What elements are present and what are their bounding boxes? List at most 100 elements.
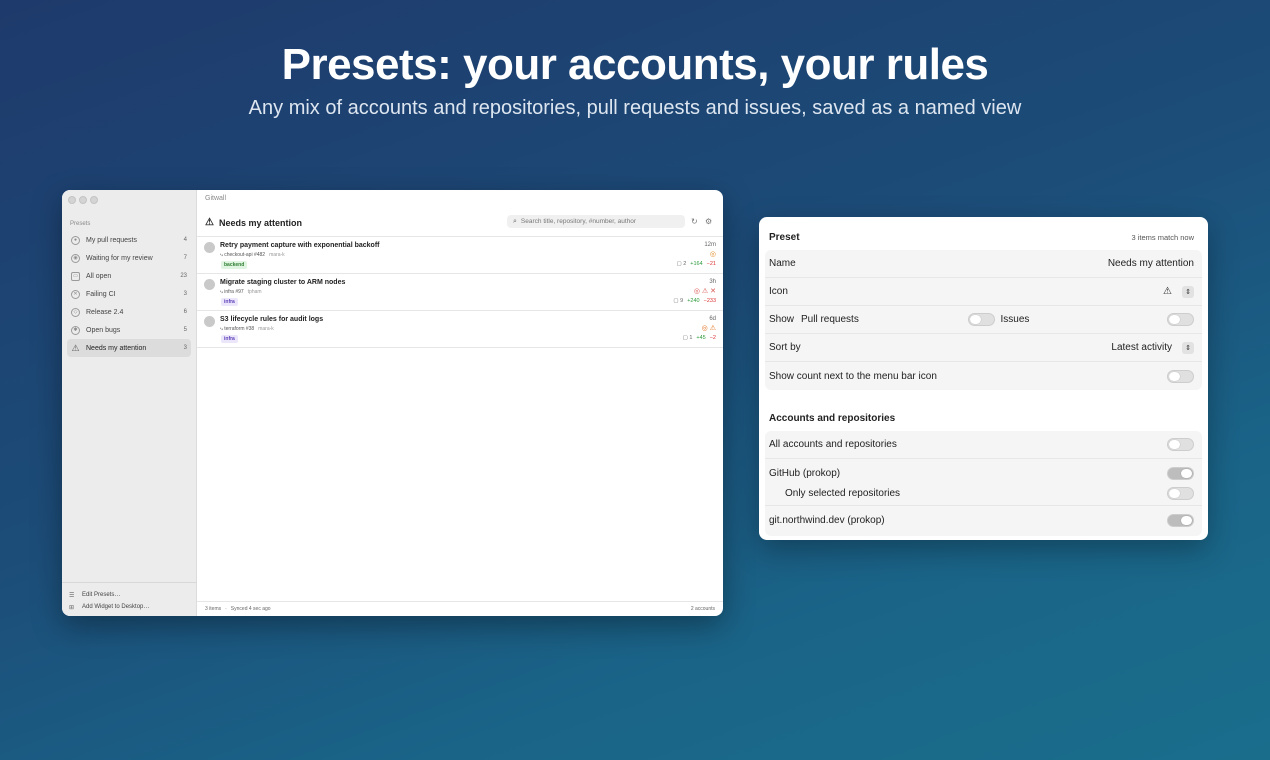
- accounts-group: All accounts and repositories GitHub (pr…: [765, 431, 1202, 536]
- status-bar: 3 items · Synced 4 sec ago 2 accounts: [197, 601, 723, 616]
- sidebar-item-count: 3: [183, 345, 187, 351]
- github-account-block: GitHub (prokop) Only selected repositori…: [765, 459, 1202, 506]
- item-title: Migrate staging cluster to ARM nodes: [220, 279, 346, 286]
- warning-icon: ⚠: [205, 217, 214, 228]
- separator: ·: [225, 606, 227, 612]
- list-icon: ☰: [69, 592, 75, 599]
- search-icon: ⌕: [513, 217, 517, 225]
- show-label: Show: [769, 314, 795, 325]
- list-item[interactable]: Retry payment capture with exponential b…: [197, 237, 723, 274]
- label-badge: backend: [221, 261, 248, 269]
- item-author: mara-k: [258, 326, 274, 332]
- item-repo: checkout-api #482: [224, 252, 266, 258]
- avatar: [204, 279, 215, 290]
- account-count: 2 accounts: [690, 606, 715, 612]
- item-time: 12m: [704, 242, 716, 248]
- deletions: −2: [709, 335, 716, 341]
- deletions: −21: [706, 261, 716, 267]
- icon-picker-button[interactable]: ⇕: [1182, 285, 1194, 298]
- sidebar-item-label: All open: [86, 272, 112, 280]
- tag-icon: ◇: [71, 307, 80, 317]
- page-title-text: Needs my attention: [218, 217, 302, 228]
- github-toggle[interactable]: [1167, 466, 1194, 480]
- only-selected-toggle[interactable]: [1167, 487, 1194, 500]
- sort-row: Sort by Latest activity ⇕: [765, 334, 1202, 362]
- gear-icon[interactable]: ⚙: [705, 217, 712, 226]
- status-icons: ◎: [709, 251, 716, 258]
- sort-chevron-icon[interactable]: ⇕: [1182, 341, 1194, 354]
- sort-select[interactable]: Latest activity: [1111, 342, 1172, 353]
- deletions: −233: [703, 298, 716, 304]
- edit-presets-button[interactable]: ☰ Edit Presets…: [69, 589, 190, 601]
- section-title: Accounts and repositories: [769, 413, 896, 424]
- sidebar: Presets ● My pull requests 4 ◉ Waiting f…: [62, 190, 197, 616]
- label-badge: infra: [221, 298, 238, 306]
- page-title: ⚠ Needs my attention: [205, 217, 302, 228]
- sidebar-item-needs-attention[interactable]: ⚠ Needs my attention 3: [67, 339, 191, 357]
- item-meta: ⤷ terraform #38 mara-k: [220, 326, 274, 332]
- item-stats: ▢ 9 +240 −233: [673, 298, 716, 304]
- only-selected-label: Only selected repositories: [785, 488, 901, 499]
- sidebar-item-all-open[interactable]: ▭ All open 23: [67, 267, 191, 285]
- all-accounts-row: All accounts and repositories: [765, 431, 1202, 459]
- add-widget-button[interactable]: ⊞ Add Widget to Desktop…: [69, 601, 190, 613]
- item-list: Retry payment capture with exponential b…: [197, 236, 723, 348]
- sidebar-item-waiting-for-review[interactable]: ◉ Waiting for my review 7: [67, 249, 191, 267]
- additions: +240: [687, 298, 700, 304]
- search-input[interactable]: ⌕ Search title, repository, #number, aut…: [507, 215, 685, 228]
- panel-heading: Preset: [769, 232, 800, 243]
- icon-row: Icon ⚠ ⇕: [765, 278, 1202, 306]
- sidebar-item-failing-ci[interactable]: ✕ Failing CI 3: [67, 285, 191, 303]
- count-label: Show count next to the menu bar icon: [769, 370, 937, 382]
- sidebar-item-release[interactable]: ◇ Release 2.4 6: [67, 303, 191, 321]
- menu-bar-count-toggle[interactable]: [1167, 369, 1194, 383]
- minimize-window-button[interactable]: [79, 196, 87, 204]
- additions: +164: [690, 261, 703, 267]
- pull-requests-label: Pull requests: [801, 314, 859, 325]
- label-badge: infra: [221, 335, 238, 343]
- search-placeholder: Search title, repository, #number, autho…: [520, 218, 637, 225]
- gitnorthwind-label: git.northwind.dev (prokop): [769, 514, 885, 526]
- only-selected-row: Only selected repositories: [765, 486, 1202, 501]
- item-meta: ⤷ checkout-api #482 mara-k: [220, 252, 285, 258]
- warning-icon: ⚠: [71, 342, 80, 353]
- tray-icon: ▭: [71, 271, 80, 281]
- gitwall-window: Presets ● My pull requests 4 ◉ Waiting f…: [62, 190, 723, 616]
- item-repo: terraform #38: [224, 326, 255, 332]
- zoom-window-button[interactable]: [90, 196, 98, 204]
- additions: +45: [696, 335, 706, 341]
- item-author: mara-k: [269, 252, 285, 258]
- icon-label: Icon: [769, 286, 788, 297]
- status-icons: ◎ ⚠: [701, 325, 716, 332]
- sidebar-item-label: Release 2.4: [86, 308, 124, 316]
- item-stats: ▢ 1 +45 −2: [683, 335, 716, 341]
- x-circle-icon: ✕: [71, 289, 80, 299]
- sidebar-item-my-pull-requests[interactable]: ● My pull requests 4: [67, 231, 191, 249]
- all-accounts-toggle[interactable]: [1167, 438, 1194, 451]
- issues-toggle[interactable]: [1167, 313, 1195, 326]
- name-label: Name: [769, 258, 796, 269]
- pull-requests-toggle[interactable]: [967, 313, 995, 326]
- count-row: Show count next to the menu bar icon: [765, 362, 1202, 390]
- name-field[interactable]: Needs my attention: [1108, 258, 1194, 269]
- github-row: GitHub (prokop): [765, 460, 1202, 486]
- sidebar-item-open-bugs[interactable]: ✱ Open bugs 5: [67, 321, 191, 339]
- item-repo: infra #97: [224, 289, 244, 295]
- sidebar-item-count: 3: [183, 291, 187, 297]
- name-row: Name Needs my attention: [765, 250, 1202, 278]
- refresh-icon[interactable]: ↻: [691, 217, 698, 226]
- list-item[interactable]: Migrate staging cluster to ARM nodes ⤷ i…: [197, 274, 723, 311]
- gitnorthwind-toggle[interactable]: [1167, 513, 1194, 527]
- item-author: tpham: [247, 289, 262, 295]
- widget-icon: ⊞: [69, 604, 75, 611]
- sidebar-item-label: Needs my attention: [86, 344, 147, 352]
- hero-subtitle: Any mix of accounts and repositories, pu…: [248, 97, 1022, 119]
- list-item[interactable]: S3 lifecycle rules for audit logs ⤷ terr…: [197, 311, 723, 348]
- comment-count: 9: [680, 298, 684, 304]
- close-window-button[interactable]: [68, 196, 76, 204]
- item-time: 6d: [709, 316, 716, 322]
- match-count: 3 items match now: [1131, 233, 1194, 242]
- person-icon: ●: [71, 235, 80, 245]
- hero-title: Presets: your accounts, your rules: [281, 40, 989, 89]
- bug-icon: ✱: [71, 325, 80, 335]
